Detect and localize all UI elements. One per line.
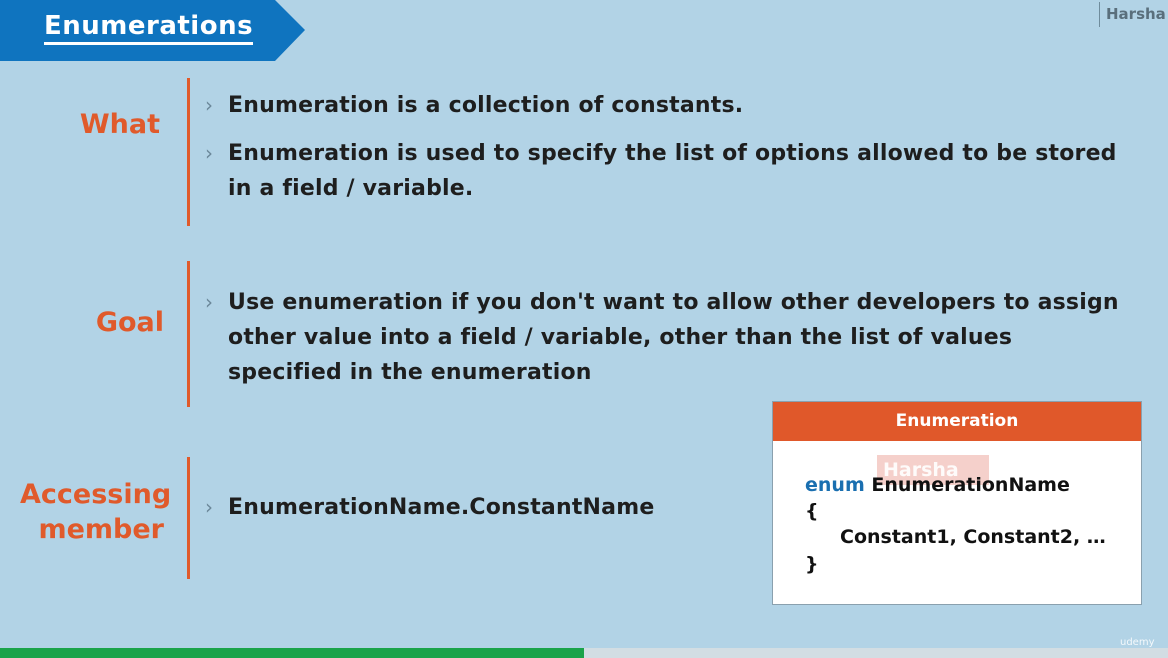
what-item-1: Enumeration is a collection of constants… [228,93,744,118]
section-divider-what [187,78,190,226]
code-close-brace: } [805,553,819,575]
code-signature-line: enum EnumerationName [805,472,1070,498]
goal-item-1: Use enumeration if you don't want to all… [228,290,1119,385]
video-progress-bar[interactable] [0,648,1168,658]
code-open-brace: { [805,500,819,522]
bullet-icon: › [205,290,213,314]
slide-title: Enumerations [44,12,254,45]
video-progress-fill [0,648,584,658]
section-label-accessing-member: Accessing member [20,479,172,545]
section-label-goal: Goal [95,307,164,338]
bullet-icon: › [205,495,213,519]
accessing-item-1: EnumerationName.ConstantName [228,495,655,520]
enumeration-syntax-box: Enumeration Harsha enum EnumerationName … [772,401,1142,605]
what-item-2: Enumeration is used to specify the list … [228,141,1117,201]
section-divider-goal [187,261,190,407]
section-label-what: What [79,109,160,140]
code-enum-name: EnumerationName [871,474,1070,496]
bullet-icon: › [205,93,213,117]
code-keyword: enum [805,474,865,496]
brand-watermark: udemy [1120,637,1155,648]
code-constants: Constant1, Constant2, … [840,526,1106,548]
author-name: Harsha [1099,2,1168,27]
syntax-box-header: Enumeration [773,402,1141,441]
bullet-icon: › [205,141,213,165]
section-divider-accessing [187,457,190,579]
